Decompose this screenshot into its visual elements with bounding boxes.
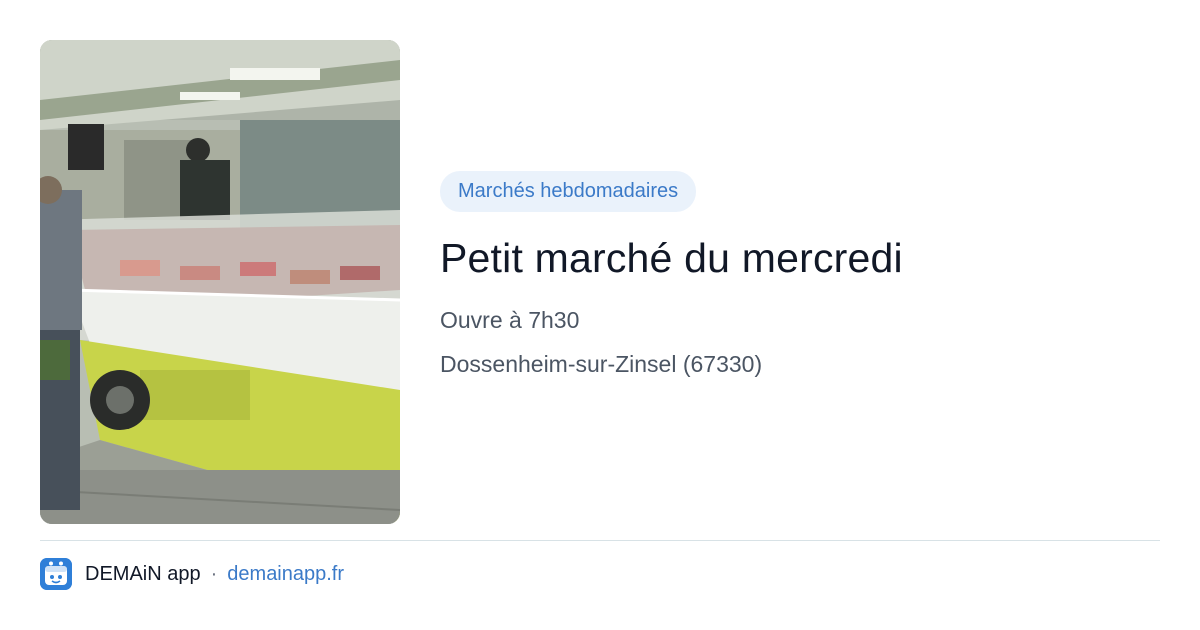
market-title: Petit marché du mercredi (440, 235, 903, 281)
market-info: Marchés hebdomadaires Petit marché du me… (440, 171, 1160, 378)
market-photo (40, 40, 400, 524)
app-name: DEMAiN app (85, 562, 201, 585)
footer: DEMAiN app · demainapp.fr (40, 558, 344, 590)
opening-time: Ouvre à 7h30 (440, 307, 580, 333)
app-url-link[interactable]: demainapp.fr (227, 563, 344, 586)
market-location: Dossenheim-sur-Zinsel (67330) (440, 351, 763, 377)
footer-separator: · (210, 562, 218, 585)
category-badge[interactable]: Marchés hebdomadaires (440, 171, 697, 212)
demain-logo-icon (40, 558, 72, 590)
footer-divider (40, 540, 1160, 541)
market-stall-image (40, 40, 400, 524)
